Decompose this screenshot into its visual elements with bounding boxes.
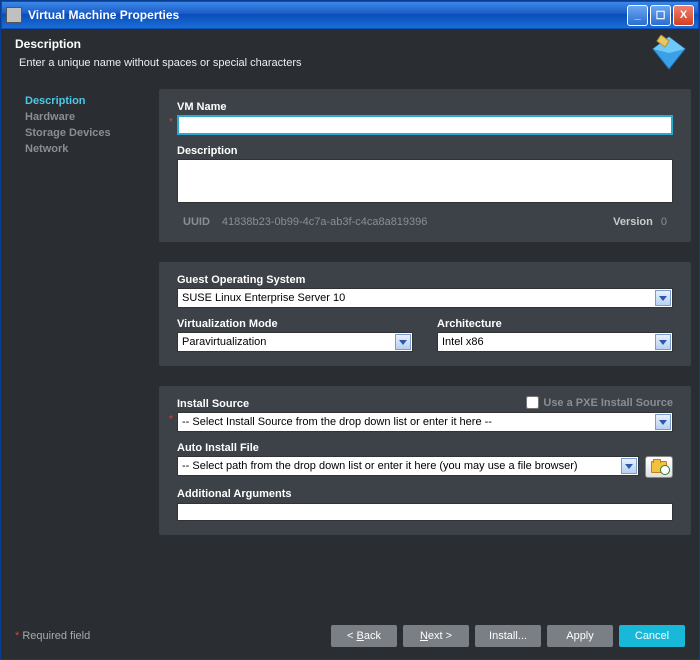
chevron-down-icon bbox=[395, 334, 411, 350]
virt-mode-select[interactable]: Paravirtualization bbox=[177, 332, 413, 352]
chevron-down-icon bbox=[655, 414, 671, 430]
description-input[interactable] bbox=[177, 159, 673, 203]
apply-button[interactable]: Apply bbox=[547, 625, 613, 647]
uuid-label: UUID bbox=[183, 216, 210, 228]
chevron-down-icon bbox=[621, 458, 637, 474]
install-source-value: -- Select Install Source from the drop d… bbox=[182, 416, 492, 428]
arch-select[interactable]: Intel x86 bbox=[437, 332, 673, 352]
page-title: Description bbox=[15, 37, 685, 51]
install-source-select[interactable]: -- Select Install Source from the drop d… bbox=[177, 412, 673, 432]
titlebar: Virtual Machine Properties _ ☐ X bbox=[1, 1, 699, 29]
arch-value: Intel x86 bbox=[442, 336, 484, 348]
header: Description Enter a unique name without … bbox=[1, 29, 699, 79]
version-value: 0 bbox=[661, 216, 667, 228]
page-subtitle: Enter a unique name without spaces or sp… bbox=[19, 57, 685, 69]
arch-label: Architecture bbox=[437, 318, 673, 330]
auto-install-value: -- Select path from the drop down list o… bbox=[182, 460, 578, 472]
sidebar-item-network[interactable]: Network bbox=[25, 141, 149, 157]
panel-install: Install Source Use a PXE Install Source … bbox=[159, 386, 691, 535]
sidebar-item-storage-devices[interactable]: Storage Devices bbox=[25, 125, 149, 141]
window: Virtual Machine Properties _ ☐ X Descrip… bbox=[0, 0, 700, 660]
maximize-button[interactable]: ☐ bbox=[650, 5, 671, 26]
install-button[interactable]: Install... bbox=[475, 625, 541, 647]
required-marker: * bbox=[169, 414, 173, 425]
chevron-down-icon bbox=[655, 334, 671, 350]
close-button[interactable]: X bbox=[673, 5, 694, 26]
window-title: Virtual Machine Properties bbox=[28, 8, 179, 22]
guest-os-label: Guest Operating System bbox=[177, 274, 673, 286]
additional-args-input[interactable] bbox=[177, 503, 673, 521]
auto-install-select[interactable]: -- Select path from the drop down list o… bbox=[177, 456, 639, 476]
auto-install-label: Auto Install File bbox=[177, 442, 673, 454]
pxe-label: Use a PXE Install Source bbox=[543, 397, 673, 409]
sidebar: Description Hardware Storage Devices Net… bbox=[9, 89, 149, 607]
minimize-button[interactable]: _ bbox=[627, 5, 648, 26]
virt-mode-value: Paravirtualization bbox=[182, 336, 266, 348]
required-field-note: * Required field bbox=[15, 630, 90, 642]
chevron-down-icon bbox=[655, 290, 671, 306]
sidebar-item-hardware[interactable]: Hardware bbox=[25, 109, 149, 125]
description-label: Description bbox=[177, 145, 673, 157]
required-marker: * bbox=[169, 117, 173, 128]
additional-args-label: Additional Arguments bbox=[177, 488, 673, 500]
uuid-value: 41838b23-0b99-4c7a-ab3f-c4ca8a819396 bbox=[222, 216, 428, 228]
pxe-checkbox[interactable] bbox=[526, 396, 539, 409]
sidebar-item-description[interactable]: Description bbox=[25, 93, 149, 109]
wizard-icon bbox=[651, 35, 687, 71]
next-button[interactable]: Next > bbox=[403, 625, 469, 647]
browse-button[interactable] bbox=[645, 456, 673, 478]
vm-name-label: VM Name bbox=[177, 101, 673, 113]
back-button[interactable]: < Back bbox=[331, 625, 397, 647]
version-label: Version bbox=[613, 216, 653, 228]
panel-os: Guest Operating System SUSE Linux Enterp… bbox=[159, 262, 691, 366]
vm-name-input[interactable] bbox=[177, 115, 673, 135]
footer: * Required field < Back Next > Install..… bbox=[1, 615, 699, 659]
panel-description: VM Name * Description UUID 41838b23-0b99… bbox=[159, 89, 691, 242]
app-icon bbox=[6, 7, 22, 23]
guest-os-select[interactable]: SUSE Linux Enterprise Server 10 bbox=[177, 288, 673, 308]
virt-mode-label: Virtualization Mode bbox=[177, 318, 413, 330]
cancel-button[interactable]: Cancel bbox=[619, 625, 685, 647]
guest-os-value: SUSE Linux Enterprise Server 10 bbox=[182, 292, 345, 304]
folder-icon bbox=[651, 461, 667, 473]
